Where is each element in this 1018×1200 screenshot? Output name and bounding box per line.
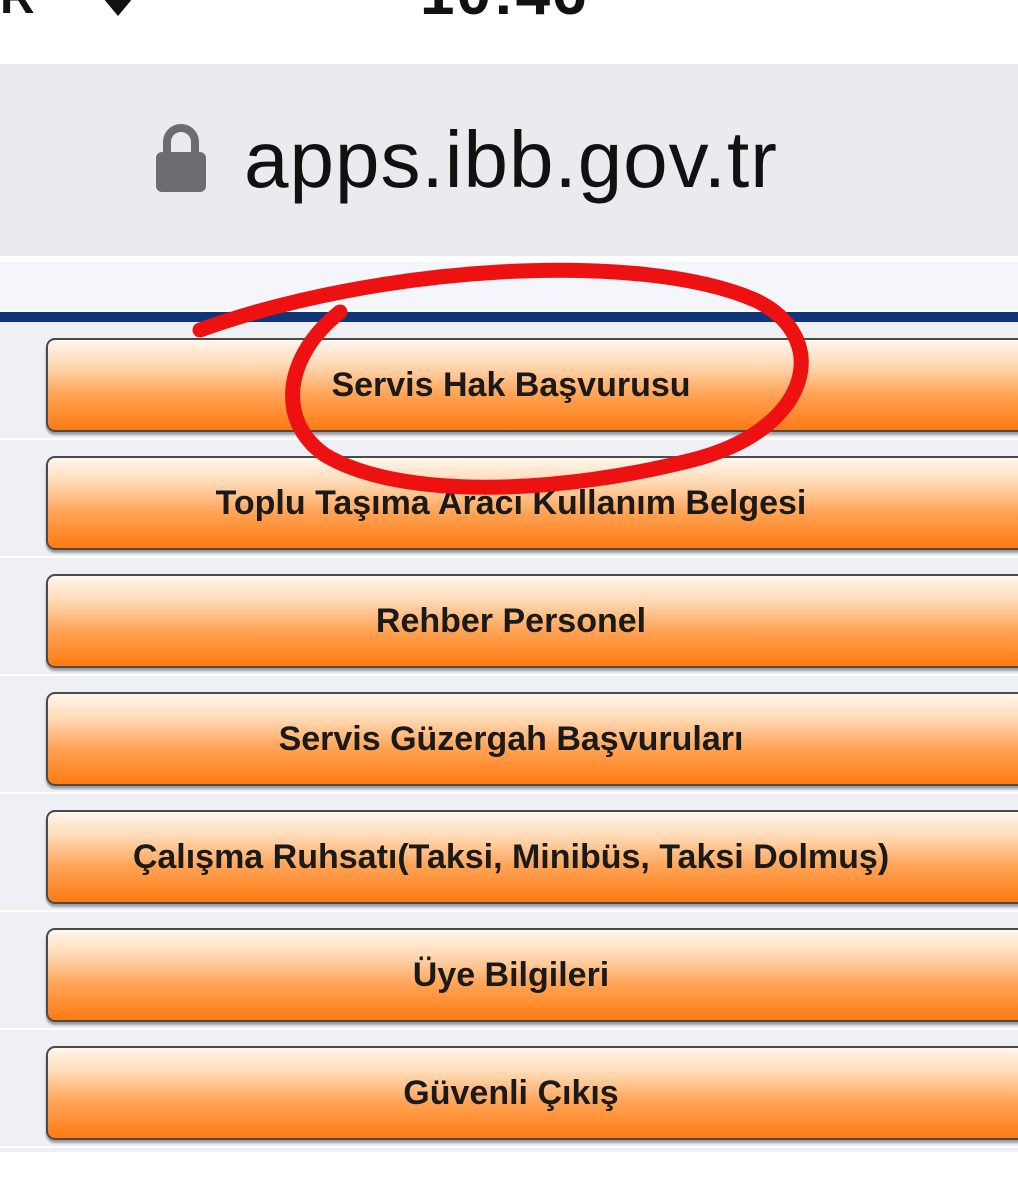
menu-row: Servis Güzergah Başvuruları bbox=[0, 676, 1018, 794]
menu-row: Servis Hak Başvurusu bbox=[0, 322, 1018, 440]
menu-button-label: Güvenli Çıkış bbox=[403, 1073, 619, 1112]
menu-list: Servis Hak Başvurusu Toplu Taşıma Aracı … bbox=[0, 322, 1018, 1152]
menu-row: Rehber Personel bbox=[0, 558, 1018, 676]
menu-button-label: Rehber Personel bbox=[375, 601, 647, 640]
carrier-label: R bbox=[0, 0, 35, 25]
screen: R 10:46 apps.ibb.gov.tr Servis Hak Başvu… bbox=[0, 0, 1018, 1200]
menu-button-calisma-ruhsati[interactable]: Çalışma Ruhsatı(Taksi, Minibüs, Taksi Do… bbox=[46, 810, 1018, 904]
status-time: 10:46 bbox=[420, 0, 589, 29]
menu-button-label: Toplu Taşıma Aracı Kullanım Belgesi bbox=[215, 483, 807, 522]
menu-button-uye-bilgileri[interactable]: Üye Bilgileri bbox=[46, 928, 1018, 1022]
menu-row: Güvenli Çıkış bbox=[0, 1030, 1018, 1148]
lock-icon bbox=[156, 124, 206, 192]
menu-row: Çalışma Ruhsatı(Taksi, Minibüs, Taksi Do… bbox=[0, 794, 1018, 912]
wifi-icon bbox=[104, 0, 132, 16]
page-header-strip bbox=[0, 262, 1018, 310]
header-divider bbox=[0, 312, 1018, 322]
menu-button-toplu-tasima-araci-kullanim-belgesi[interactable]: Toplu Taşıma Aracı Kullanım Belgesi bbox=[46, 456, 1018, 550]
menu-row: Toplu Taşıma Aracı Kullanım Belgesi bbox=[0, 440, 1018, 558]
menu-button-servis-guzergah-basvurulari[interactable]: Servis Güzergah Başvuruları bbox=[46, 692, 1018, 786]
menu-button-servis-hak-basvurusu[interactable]: Servis Hak Başvurusu bbox=[46, 338, 1018, 432]
menu-button-label: Servis Güzergah Başvuruları bbox=[278, 719, 744, 758]
menu-button-label: Üye Bilgileri bbox=[412, 955, 610, 994]
menu-button-label: Servis Hak Başvurusu bbox=[331, 365, 691, 404]
menu-button-rehber-personel[interactable]: Rehber Personel bbox=[46, 574, 1018, 668]
menu-button-guvenli-cikis[interactable]: Güvenli Çıkış bbox=[46, 1046, 1018, 1140]
menu-row: Üye Bilgileri bbox=[0, 912, 1018, 1030]
menu-button-label: Çalışma Ruhsatı(Taksi, Minibüs, Taksi Do… bbox=[132, 837, 890, 876]
url-text[interactable]: apps.ibb.gov.tr bbox=[244, 105, 778, 215]
status-bar: R 10:46 bbox=[0, 0, 1018, 62]
